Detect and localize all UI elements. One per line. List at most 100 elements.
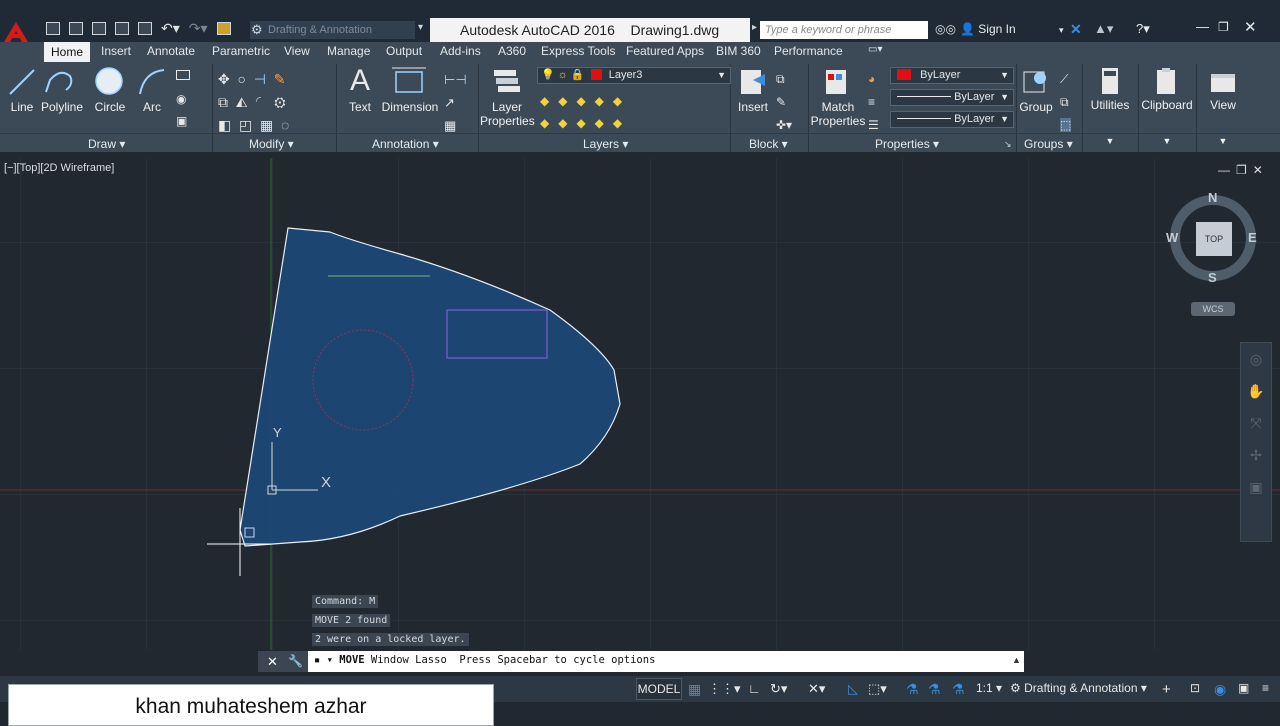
app-menu-button[interactable]: [2, 20, 38, 44]
steering-wheel-icon[interactable]: ◎: [1241, 343, 1271, 375]
stretch-icon[interactable]: ◧: [218, 117, 231, 133]
viewcube-north[interactable]: N: [1208, 190, 1217, 205]
lineweight-toggle-icon[interactable]: ◺: [848, 681, 858, 697]
block-attr-icon[interactable]: ✜▾: [776, 118, 792, 132]
tab-express-tools[interactable]: Express Tools: [541, 44, 615, 58]
properties-launcher-icon[interactable]: ↘: [1004, 139, 1012, 150]
linetype-combo[interactable]: ByLayer ▼: [890, 89, 1014, 106]
region-icon[interactable]: ▣: [176, 114, 191, 128]
explode-icon[interactable]: ⚙: [274, 94, 285, 110]
tab-insert[interactable]: Insert: [101, 44, 131, 58]
tab-featured-apps[interactable]: Featured Apps: [626, 44, 704, 58]
linear-dim-icon[interactable]: ⊢⊣: [444, 72, 467, 87]
sign-in-button[interactable]: 👤 Sign In ▾: [960, 22, 1064, 36]
group-tool[interactable]: Group: [1018, 66, 1054, 118]
panel-draw[interactable]: Draw ▾: [88, 137, 125, 151]
table-icon[interactable]: ▦: [444, 118, 456, 133]
copy-icon[interactable]: ⧉: [218, 94, 228, 110]
clipboard-tool[interactable]: Clipboard ▼: [1140, 66, 1194, 146]
array-icon[interactable]: ▦: [260, 117, 273, 133]
hatch-icon[interactable]: ◉: [176, 92, 191, 106]
polyline-tool[interactable]: Polyline: [40, 66, 84, 116]
group-edit-icon[interactable]: ⧉: [1060, 95, 1069, 109]
panel-modify[interactable]: Modify ▾: [249, 137, 294, 151]
utilities-tool[interactable]: Utilities ▼: [1086, 66, 1134, 146]
gear-icon[interactable]: ⚙: [251, 22, 263, 38]
scale-icon[interactable]: ◰: [239, 117, 252, 133]
wcs-menu[interactable]: WCS: [1191, 302, 1235, 316]
redo-icon[interactable]: ↷▾: [189, 21, 208, 35]
arc-tool[interactable]: Arc: [134, 66, 170, 116]
tab-parametric[interactable]: Parametric: [212, 44, 270, 58]
customization-icon[interactable]: ≡: [1262, 681, 1269, 695]
grid-toggle-icon[interactable]: ▦: [688, 681, 701, 698]
viewport-window-controls[interactable]: —❐✕: [1218, 163, 1269, 177]
orbit-icon[interactable]: ✢: [1241, 439, 1271, 471]
panel-annotation[interactable]: Annotation ▾: [372, 137, 439, 151]
isolate-icon[interactable]: ⊡: [1190, 681, 1200, 695]
layer-tool-row1-icons[interactable]: ◆◆◆◆◆: [540, 94, 631, 108]
circle-tool[interactable]: Circle: [88, 66, 132, 116]
tab-manage[interactable]: Manage: [327, 44, 370, 58]
viewcube-west[interactable]: W: [1166, 230, 1178, 245]
tab-bim-360[interactable]: BIM 360: [716, 44, 761, 58]
qat-dropdown-icon[interactable]: ▾: [418, 22, 423, 33]
ungroup-icon[interactable]: ⟋: [1060, 72, 1068, 86]
tab-add-ins[interactable]: Add-ins: [440, 44, 481, 58]
rectangle-icon[interactable]: [176, 70, 190, 80]
leader-icon[interactable]: ↗: [444, 95, 455, 110]
pan-icon[interactable]: ✋: [1241, 375, 1271, 407]
plus-icon[interactable]: +: [1162, 681, 1171, 698]
showmotion-icon[interactable]: ▣: [1241, 471, 1271, 503]
polar-icon[interactable]: ↻▾: [770, 681, 787, 697]
viewcube-east[interactable]: E: [1248, 230, 1257, 245]
layer-combo[interactable]: 💡 ☼ 🔒 Layer3 ▼: [537, 67, 731, 84]
panel-block[interactable]: Block ▾: [749, 137, 788, 151]
annotation-autoscale-icon[interactable]: ⚗: [928, 681, 941, 698]
a360-icon[interactable]: ▲▾: [1094, 21, 1113, 37]
lineweight-combo[interactable]: ByLayer ▼: [890, 111, 1014, 128]
hardware-acceleration-icon[interactable]: ◉: [1214, 681, 1226, 698]
clean-screen-icon[interactable]: ▣: [1238, 681, 1249, 695]
create-block-icon[interactable]: ⧉: [776, 72, 785, 86]
drawing-canvas[interactable]: [0, 158, 1280, 650]
exchange-icon[interactable]: ✕: [1070, 21, 1082, 38]
mirror-icon[interactable]: ◭: [236, 94, 248, 110]
share-icon[interactable]: [216, 22, 231, 35]
zoom-extents-icon[interactable]: ⤧: [1241, 407, 1271, 439]
minimize-button[interactable]: —: [1196, 19, 1209, 34]
tab-annotate[interactable]: Annotate: [147, 44, 195, 58]
open-icon[interactable]: [69, 22, 83, 35]
tab-view[interactable]: View: [284, 44, 310, 58]
model-space-button[interactable]: MODEL: [636, 678, 682, 700]
plot-icon[interactable]: [138, 22, 152, 35]
offset-icon[interactable]: ◌: [281, 117, 289, 133]
viewcube-south[interactable]: S: [1208, 270, 1217, 285]
customize-command-icon[interactable]: 🔧: [288, 654, 303, 668]
viewcube[interactable]: TOP N S E W: [1166, 190, 1260, 285]
tab-home[interactable]: Home: [44, 42, 90, 62]
undo-icon[interactable]: ↶▾: [161, 21, 180, 35]
snap-mode-icon[interactable]: ⋮⋮▾: [708, 681, 741, 697]
new-icon[interactable]: [46, 22, 60, 35]
viewcube-top-face[interactable]: TOP: [1196, 222, 1232, 256]
tab-output[interactable]: Output: [386, 44, 422, 58]
annotation-scale-combo[interactable]: 1:1 ▾: [976, 681, 1002, 695]
workspace-switch[interactable]: ⚙ Drafting & Annotation ▾: [1010, 681, 1147, 695]
trim-icon[interactable]: ⊣: [254, 71, 266, 87]
help-icon[interactable]: ?▾: [1136, 21, 1150, 37]
panel-properties[interactable]: Properties ▾: [875, 137, 939, 151]
close-button[interactable]: ✕: [1244, 18, 1257, 36]
ortho-icon[interactable]: ∟: [748, 681, 761, 696]
layer-properties-tool[interactable]: Layer Properties: [480, 66, 535, 132]
view-tool[interactable]: View ▼: [1200, 66, 1246, 146]
save-icon[interactable]: [92, 22, 106, 35]
selection-cycling-icon[interactable]: ⬚▾: [868, 681, 887, 697]
move-icon[interactable]: ✥: [218, 71, 230, 87]
group-select-icon[interactable]: ⬚: [1060, 118, 1072, 132]
osnap-icon[interactable]: ✕▾: [808, 681, 825, 697]
annotation-scale-icon[interactable]: ⚗: [952, 681, 965, 698]
dimension-tool[interactable]: Dimension: [380, 66, 440, 118]
tab-performance[interactable]: Performance: [774, 44, 843, 58]
rotate-icon[interactable]: ○: [238, 71, 246, 87]
